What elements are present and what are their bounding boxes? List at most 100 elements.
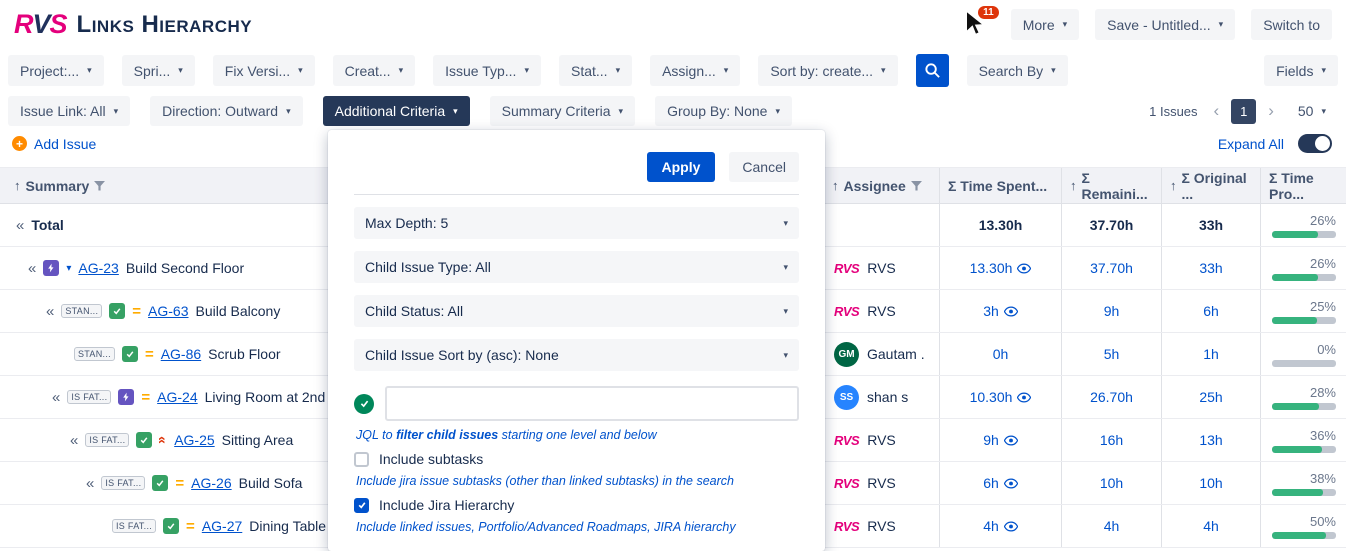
filter-label: Fix Versi... [225, 63, 290, 79]
filter-funnel-icon[interactable] [911, 181, 922, 191]
filter-assignee-dropdown[interactable]: Assign... ▾ [650, 55, 740, 86]
max-depth-select[interactable]: Max Depth: 5▾ [354, 207, 799, 239]
eye-icon[interactable] [1004, 521, 1018, 532]
remaining-value[interactable]: 9h [1104, 303, 1120, 319]
eye-icon[interactable] [1017, 392, 1031, 403]
issue-key-link[interactable]: AG-25 [174, 432, 214, 448]
expand-caret-icon[interactable]: ▾ [66, 263, 71, 274]
fields-dropdown[interactable]: Fields▾ [1264, 55, 1338, 86]
collapse-icon[interactable]: « [52, 389, 60, 406]
prev-page-button[interactable]: ‹ [1212, 101, 1222, 121]
current-page[interactable]: 1 [1231, 99, 1256, 124]
include-jira-hierarchy-checkbox[interactable] [354, 498, 369, 513]
original-value[interactable]: 33h [1199, 260, 1222, 276]
search-by-dropdown[interactable]: Search By▾ [967, 55, 1068, 86]
time-spent-value[interactable]: 10.30h [970, 389, 1013, 405]
issue-link-dropdown[interactable]: Issue Link: All▾ [8, 96, 130, 126]
column-header-remaining[interactable]: ↑ Σ Remaini... [1061, 168, 1161, 203]
column-header-time-progress[interactable]: Σ Time Pro... [1260, 168, 1346, 203]
chevron-down-icon: ▾ [616, 65, 621, 76]
issue-key-link[interactable]: AG-63 [148, 303, 188, 319]
switch-to-button[interactable]: Switch to [1251, 9, 1332, 40]
chevron-down-icon: ▾ [724, 65, 729, 76]
remaining-value[interactable]: 10h [1100, 475, 1123, 491]
sort-by-dropdown[interactable]: Sort by: create...▾ [758, 55, 897, 86]
column-header-time-spent[interactable]: Σ Time Spent... [939, 168, 1061, 203]
chevron-down-icon: ▾ [1321, 106, 1326, 117]
eye-icon[interactable] [1017, 263, 1031, 274]
assignee-name: RVS [867, 518, 896, 534]
remaining-value[interactable]: 37.70h [1090, 260, 1133, 276]
direction-dropdown[interactable]: Direction: Outward▾ [150, 96, 302, 126]
save-dropdown[interactable]: Save - Untitled... ▾ [1095, 9, 1235, 40]
filter-funnel-icon[interactable] [94, 181, 105, 191]
filter-status-dropdown[interactable]: Stat...▾ [559, 55, 632, 86]
original-cell: 6h [1161, 290, 1260, 332]
group-by-dropdown[interactable]: Group By: None▾ [655, 96, 792, 126]
collapse-icon[interactable]: « [86, 475, 94, 492]
collapse-icon[interactable]: « [46, 303, 54, 320]
filter-sprint-dropdown[interactable]: Spri...▾ [122, 55, 195, 86]
remaining-value[interactable]: 4h [1104, 518, 1120, 534]
filter-label: Creat... [345, 63, 391, 79]
original-value[interactable]: 6h [1203, 303, 1219, 319]
child-sort-select[interactable]: Child Issue Sort by (asc): None▾ [354, 339, 799, 371]
cancel-button[interactable]: Cancel [729, 152, 799, 182]
issue-key-link[interactable]: AG-24 [157, 389, 197, 405]
eye-icon[interactable] [1004, 478, 1018, 489]
collapse-icon[interactable]: « [16, 217, 24, 234]
original-value[interactable]: 13h [1199, 432, 1222, 448]
time-progress-cell: 26% [1260, 247, 1346, 289]
eye-icon[interactable] [1004, 435, 1018, 446]
additional-criteria-dropdown[interactable]: Additional Criteria▾ [323, 96, 470, 126]
jql-filter-input[interactable] [385, 386, 799, 421]
more-label: More [1023, 17, 1055, 33]
summary-criteria-dropdown[interactable]: Summary Criteria▾ [490, 96, 635, 126]
issue-summary: Living Room at 2nd [205, 389, 326, 405]
include-subtasks-checkbox[interactable] [354, 452, 369, 467]
task-type-icon [109, 303, 125, 319]
eye-icon[interactable] [1004, 306, 1018, 317]
time-spent-value[interactable]: 9h [983, 432, 999, 448]
filter-created-dropdown[interactable]: Creat...▾ [333, 55, 415, 86]
remaining-value[interactable]: 26.70h [1090, 389, 1133, 405]
link-type-badge: IS FAT... [112, 519, 156, 533]
original-value[interactable]: 4h [1203, 518, 1219, 534]
issue-key-link[interactable]: AG-23 [78, 260, 118, 276]
time-spent-value[interactable]: 4h [983, 518, 999, 534]
column-header-original[interactable]: ↑ Σ Original ... [1161, 168, 1260, 203]
filter-fixversion-dropdown[interactable]: Fix Versi...▾ [213, 55, 315, 86]
column-header-assignee[interactable]: ↑ Assignee [823, 168, 939, 203]
collapse-icon[interactable]: « [70, 432, 78, 449]
time-spent-value[interactable]: 0h [993, 346, 1009, 362]
issue-summary: Build Sofa [239, 475, 303, 491]
issue-key-link[interactable]: AG-26 [191, 475, 231, 491]
page-size-dropdown[interactable]: 50▾ [1286, 96, 1338, 126]
issue-key-link[interactable]: AG-86 [161, 346, 201, 362]
remaining-value[interactable]: 5h [1104, 346, 1120, 362]
filter-project-dropdown[interactable]: Project:...▾ [8, 55, 104, 86]
child-issue-type-select[interactable]: Child Issue Type: All▾ [354, 251, 799, 283]
search-button[interactable] [916, 54, 949, 87]
original-value[interactable]: 1h [1203, 346, 1219, 362]
next-page-button[interactable]: › [1266, 101, 1276, 121]
chevron-down-icon: ▾ [1051, 65, 1056, 76]
time-spent-value[interactable]: 6h [983, 475, 999, 491]
pointer-notification-icon[interactable]: 11 [961, 9, 995, 41]
apply-button[interactable]: Apply [647, 152, 716, 182]
original-value[interactable]: 25h [1199, 389, 1222, 405]
more-button[interactable]: More ▾ [1011, 9, 1079, 40]
add-issue-button[interactable]: + Add Issue [12, 136, 96, 152]
time-spent-value[interactable]: 3h [983, 303, 999, 319]
filter-issuetype-dropdown[interactable]: Issue Typ...▾ [433, 55, 541, 86]
chevron-down-icon: ▾ [114, 106, 119, 117]
issue-key-link[interactable]: AG-27 [202, 518, 242, 534]
filter-label: Assign... [662, 63, 716, 79]
remaining-value[interactable]: 16h [1100, 432, 1123, 448]
expand-toggle[interactable] [1298, 134, 1332, 153]
expand-all-link[interactable]: Expand All [1218, 136, 1284, 152]
child-status-select[interactable]: Child Status: All▾ [354, 295, 799, 327]
time-spent-value[interactable]: 13.30h [970, 260, 1013, 276]
original-value[interactable]: 10h [1199, 475, 1222, 491]
collapse-icon[interactable]: « [28, 260, 36, 277]
